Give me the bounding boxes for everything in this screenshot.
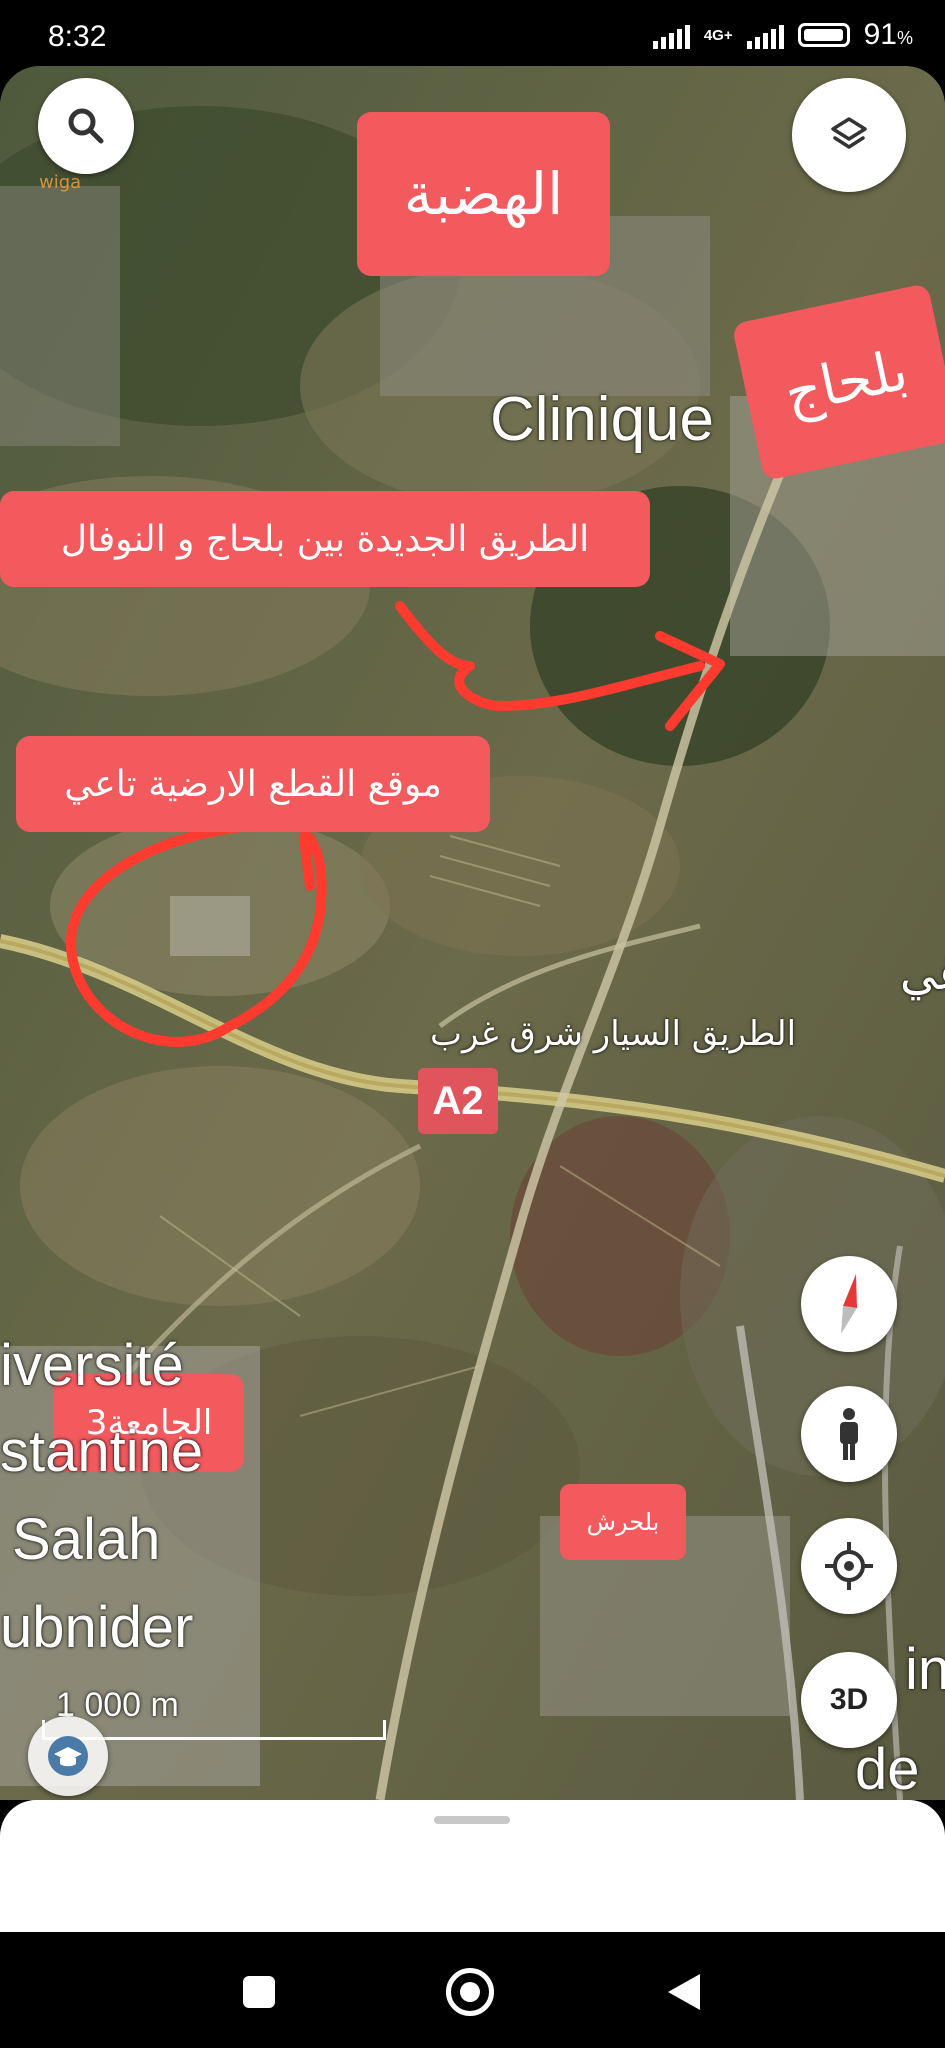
- label-hadaba: الهضبة: [357, 112, 610, 276]
- partial-place-label: غي: [900, 946, 945, 1000]
- bottom-sheet[interactable]: [0, 1800, 945, 1932]
- status-icons: 4G+ 91%: [652, 18, 913, 52]
- compass-button[interactable]: [801, 1256, 897, 1352]
- partial-label-de: de: [855, 1737, 920, 1800]
- university-name-line4: ubnider: [0, 1595, 194, 1660]
- poi-clinique: Clinique: [490, 385, 715, 454]
- label-new-road: الطريق الجديدة بين بلحاج و النوفال: [0, 491, 650, 587]
- satellite-map[interactable]: wiga الهضبة بلحاج الطريق الجديدة بين بلح…: [0, 66, 945, 1800]
- highway-shield-a2: A2: [418, 1068, 498, 1134]
- search-button[interactable]: [38, 78, 134, 174]
- partial-label-in: in: [905, 1637, 945, 1702]
- university-name-line3: Salah: [12, 1507, 161, 1572]
- label-my-plot: موقع القطع الارضية تاعي: [16, 736, 490, 832]
- back-button[interactable]: [668, 1974, 700, 2010]
- street-view-button[interactable]: [801, 1386, 897, 1482]
- 3d-toggle-button[interactable]: 3D: [801, 1652, 897, 1748]
- search-icon: [68, 108, 104, 144]
- status-bar: 8:32 4G+ 91%: [0, 0, 945, 66]
- battery-icon: [797, 23, 850, 47]
- recents-button[interactable]: [243, 1976, 275, 2008]
- layers-icon: [831, 117, 867, 149]
- highway-name: الطريق السيار شرق غرب: [430, 1014, 797, 1054]
- university-name-line2: stantine: [0, 1419, 204, 1484]
- layers-button[interactable]: [792, 78, 906, 192]
- status-time: 8:32: [48, 20, 107, 53]
- home-button[interactable]: [446, 1968, 494, 2016]
- battery-percent: 91%: [863, 18, 913, 51]
- account-badge[interactable]: [28, 1716, 108, 1796]
- signal-icon-2: [746, 21, 784, 49]
- university-name-line1: iversité: [0, 1333, 184, 1398]
- signal-icon: [652, 21, 690, 49]
- network-type: 4G+: [703, 26, 733, 44]
- compass-icon: [841, 1274, 857, 1334]
- sheet-drag-handle[interactable]: [434, 1816, 510, 1824]
- pegman-icon: [840, 1408, 858, 1460]
- crosshair-icon: [825, 1542, 873, 1590]
- svg-text:wiga: wiga: [39, 172, 81, 193]
- system-navigation-bar: [0, 1932, 945, 2048]
- my-location-button[interactable]: [801, 1518, 897, 1614]
- graduation-cap-icon: [48, 1736, 88, 1776]
- label-belharch: بلحرش: [560, 1484, 686, 1560]
